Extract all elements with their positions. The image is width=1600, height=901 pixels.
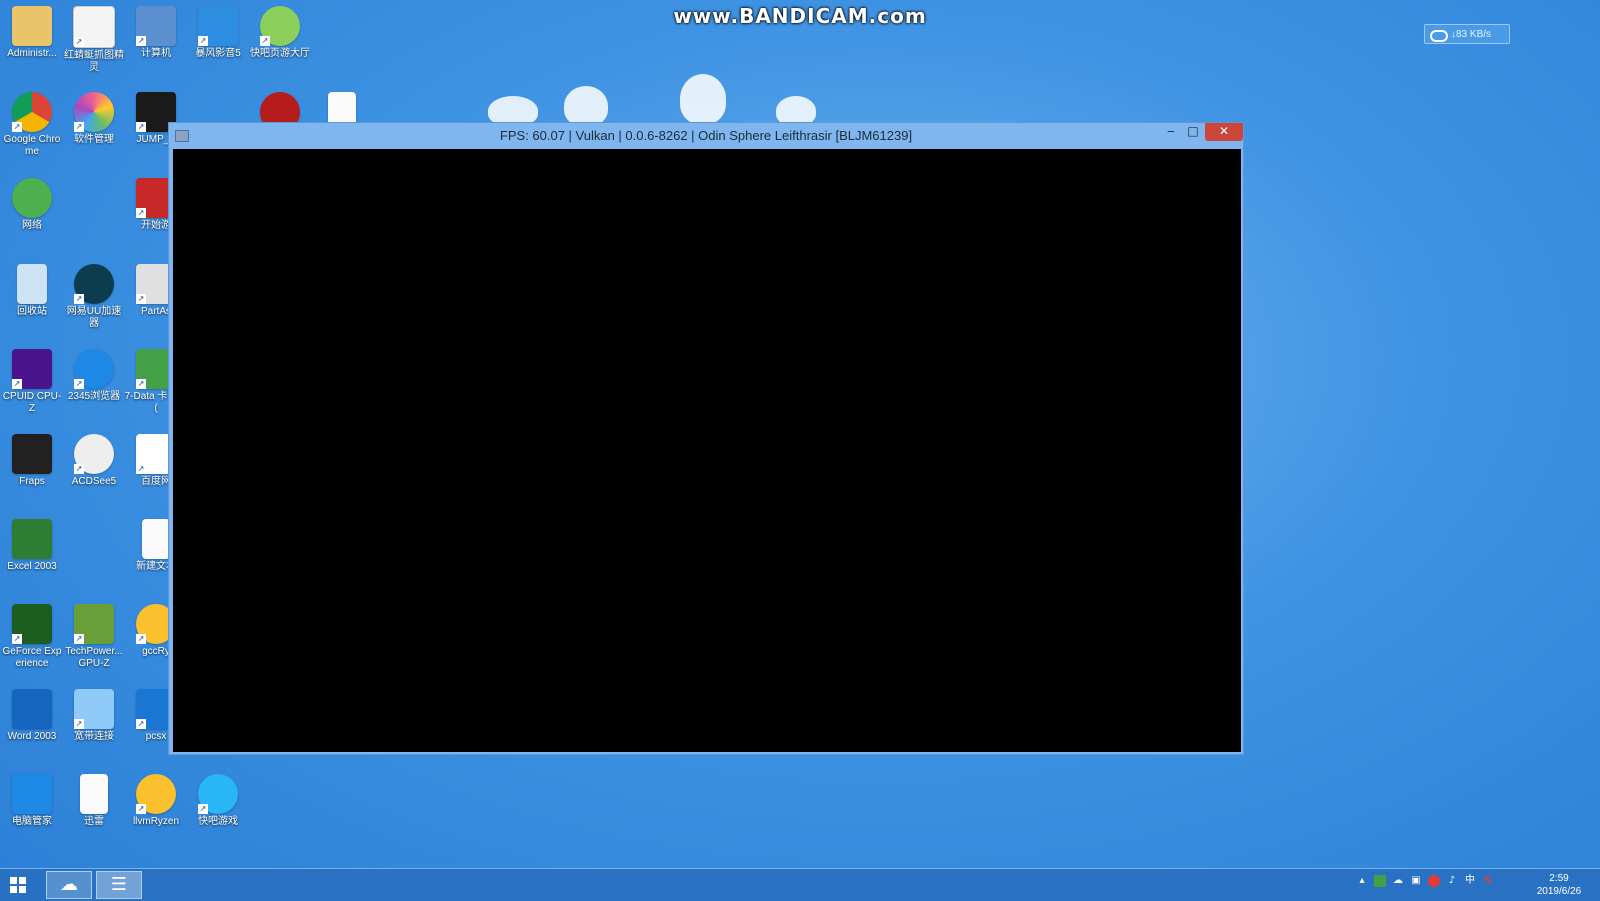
window-titlebar[interactable]: FPS: 60.07 | Vulkan | 0.0.6-8262 | Odin … (169, 123, 1243, 149)
system-clock[interactable]: 2:59 2019/6/26 (1524, 872, 1594, 898)
clock-date: 2019/6/26 (1536, 886, 1582, 897)
desktop-icon-google-chrome[interactable]: ↗ Google Chrome (0, 88, 64, 158)
maximize-button[interactable]: □ (1183, 123, 1203, 141)
taskbar-app-baidu-netdisk[interactable]: ☁ (46, 871, 92, 899)
desktop-icon-geforce-experience[interactable]: ↗ GeForce Experience (0, 600, 64, 670)
globe-network-icon (12, 178, 52, 218)
start-icon (10, 877, 17, 884)
taskbar-app-rpcs3[interactable]: ☰ (96, 871, 142, 899)
sogou-ime-icon[interactable]: S (1482, 875, 1494, 887)
eye-icon: ↗ (74, 434, 114, 474)
desktop-icon-fraps[interactable]: Fraps (0, 430, 64, 488)
ime-indicator[interactable]: 中 (1464, 875, 1476, 887)
desktop-icon-broadband[interactable]: ↗ 宽带连接 (62, 685, 126, 743)
cpu-chip-icon: ↗ (12, 349, 52, 389)
colorful-flower-icon: ↗ (74, 92, 114, 132)
window-title: FPS: 60.07 | Vulkan | 0.0.6-8262 | Odin … (499, 128, 913, 143)
minimize-button[interactable]: ‒ (1161, 123, 1181, 141)
desktop-icon-computer[interactable]: ↗ 计算机 (124, 2, 188, 60)
desktop-icon-recycle-bin[interactable]: 回收站 (0, 260, 64, 318)
taskbar: ☁ ☰ ▴ ☁ ▣ ♪ 中 S 2:59 2019/6/26 (0, 868, 1600, 901)
desktop-icon-network[interactable]: 网络 (0, 174, 64, 232)
nvidia-icon: ↗ (12, 604, 52, 644)
desktop-icon-baofeng[interactable]: ↗ 暴风影音5 (186, 2, 250, 60)
desktop-icon-uu-accelerator[interactable]: ↗ 网易UU加速器 (62, 260, 126, 330)
fraps-icon (12, 434, 52, 474)
network-rate: ↓83 KB/s (1451, 28, 1492, 40)
word-icon (12, 689, 52, 729)
user-folder-icon (12, 6, 52, 46)
recycle-bin-icon (17, 264, 47, 304)
baidu-cloud-icon: ☁ (60, 874, 78, 895)
rpcs3-icon: ☰ (110, 874, 128, 895)
desktop-icon-excel-2003[interactable]: Excel 2003 (0, 515, 64, 573)
desktop-icon-acdsee[interactable]: ↗ ACDSee5 (62, 430, 126, 488)
start-button[interactable] (10, 877, 26, 893)
excel-icon (12, 519, 52, 559)
desktop-icon-kuaiba-game[interactable]: ↗ 快吧游戏 (186, 770, 250, 828)
network-tray-icon[interactable]: ▣ (1410, 875, 1422, 887)
close-button[interactable]: ✕ (1205, 123, 1243, 141)
system-tray: ▴ ☁ ▣ ♪ 中 S (1356, 875, 1494, 887)
desktop-icon-pc-manager[interactable]: 电脑管家 (0, 770, 64, 828)
chrome-icon: ↗ (12, 92, 52, 132)
text-file-icon (142, 519, 170, 559)
blank-file-icon (80, 774, 108, 814)
volume-icon[interactable]: ♪ (1446, 875, 1458, 887)
desktop-icon-screenshot-tool[interactable]: ↗ 红蜻蜓抓图精灵 (62, 2, 126, 74)
uu-accelerator-icon: ↗ (74, 264, 114, 304)
game-controller-icon: ↗ (260, 6, 300, 46)
kuaiba-game-icon: ↗ (198, 774, 238, 814)
baidu-tray-icon[interactable]: ☁ (1392, 875, 1404, 887)
gpu-card-icon: ↗ (74, 604, 114, 644)
emulator-window[interactable]: FPS: 60.07 | Vulkan | 0.0.6-8262 | Odin … (168, 122, 1244, 755)
shield-check-icon (12, 774, 52, 814)
game-render-area[interactable] (173, 149, 1241, 752)
clock-time: 2:59 (1549, 873, 1569, 884)
desktop-icon-cpuz[interactable]: ↗ CPUID CPU-Z (0, 345, 64, 415)
record-tray-icon[interactable] (1428, 875, 1440, 887)
tray-expand-icon[interactable]: ▴ (1356, 875, 1368, 887)
desktop-icon-word-2003[interactable]: Word 2003 (0, 685, 64, 743)
bandicam-watermark: www.BANDICAM.com (673, 4, 927, 28)
desktop-icon-llvmryzen[interactable]: ↗ llvmRyzen (124, 770, 188, 828)
browser-e-icon: ↗ (74, 349, 114, 389)
desktop-icon-2345-browser[interactable]: ↗ 2345浏览器 (62, 345, 126, 403)
desktop-icon-software-manager[interactable]: ↗ 软件管理 (62, 88, 126, 146)
orange-slice-icon: ↗ (136, 774, 176, 814)
desktop-icon-techpowerup-gpuz[interactable]: ↗ TechPower... GPU-Z (62, 600, 126, 670)
desktop-icon-kuaiba-lobby[interactable]: ↗ 快吧页游大厅 (248, 2, 312, 60)
desktop-icon-xunlei[interactable]: 迅雷 (62, 770, 126, 828)
computer-icon: ↗ (136, 6, 176, 46)
media-player-icon: ↗ (198, 6, 238, 46)
dragonfly-icon: ↗ (73, 6, 115, 48)
network-speed-widget[interactable]: ↓83 KB/s (1424, 24, 1510, 44)
broadband-connection-icon: ↗ (74, 689, 114, 729)
nvidia-tray-icon[interactable] (1374, 875, 1386, 887)
desktop-icon-administrator[interactable]: Administr... (0, 2, 64, 60)
cloud-icon (1429, 28, 1448, 42)
